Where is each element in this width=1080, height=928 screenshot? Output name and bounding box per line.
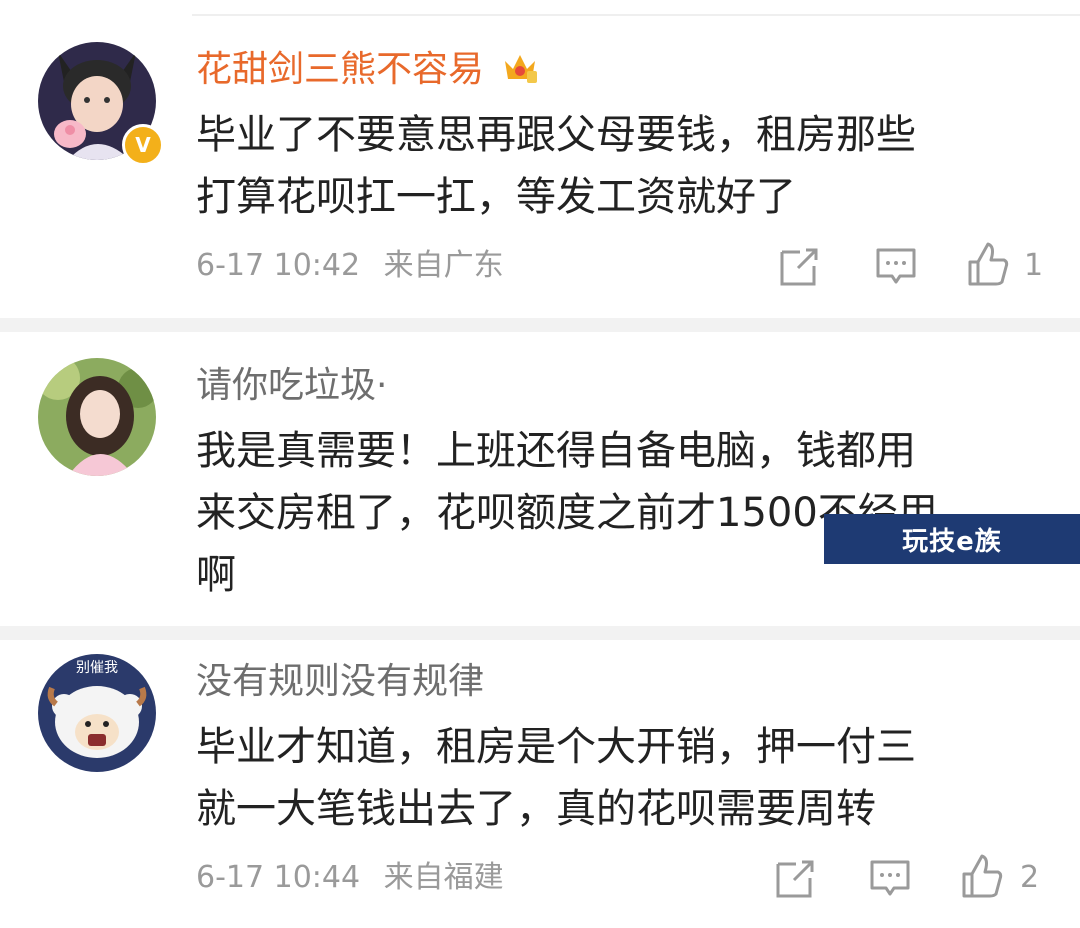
like-thumb-icon[interactable] (958, 852, 1006, 900)
comment-meta: 6-17 10:44 来自福建 (196, 858, 504, 898)
avatar-caption: 别催我 (76, 660, 118, 676)
comment-text: 毕业才知道，租房是个大开销，押一付三 就一大笔钱出去了，真的花呗需要周转 (196, 724, 916, 832)
comment-reply-icon[interactable] (866, 854, 914, 902)
comment-location: 来自福建 (383, 860, 504, 895)
comment-reply-icon[interactable] (872, 242, 920, 290)
section-gap (0, 318, 1080, 332)
section-gap (0, 626, 1080, 640)
crown-vip-icon (505, 55, 538, 83)
like-thumb-icon[interactable] (964, 240, 1012, 288)
share-icon[interactable] (772, 854, 820, 902)
like-count: 1 (1024, 248, 1044, 283)
like-count: 2 (1020, 860, 1040, 895)
comment-text: 毕业了不要意思再跟父母要钱，租房那些 打算花呗扛一扛，等发工资就好了 (196, 112, 916, 220)
comment-location: 来自广东 (383, 248, 504, 283)
avatar[interactable] (38, 358, 156, 476)
avatar[interactable]: 别催我 (38, 654, 156, 772)
username[interactable]: 花甜剑三熊不容易 (196, 48, 539, 92)
verified-badge-icon: V (122, 124, 164, 166)
username[interactable]: 请你吃垃圾· (196, 364, 387, 408)
comment-meta: 6-17 10:42 来自广东 (196, 246, 504, 286)
comment-date: 6-17 10:42 (196, 248, 361, 283)
username[interactable]: 没有规则没有规律 (196, 660, 484, 704)
comment-text: 我是真需要！上班还得自备电脑，钱都用 来交房租了，花呗额度之前才1500不经用 … (196, 428, 938, 598)
top-divider (192, 14, 1080, 16)
watermark: 玩技e族 (824, 514, 1080, 564)
comment-date: 6-17 10:44 (196, 860, 361, 895)
share-icon[interactable] (776, 242, 824, 290)
